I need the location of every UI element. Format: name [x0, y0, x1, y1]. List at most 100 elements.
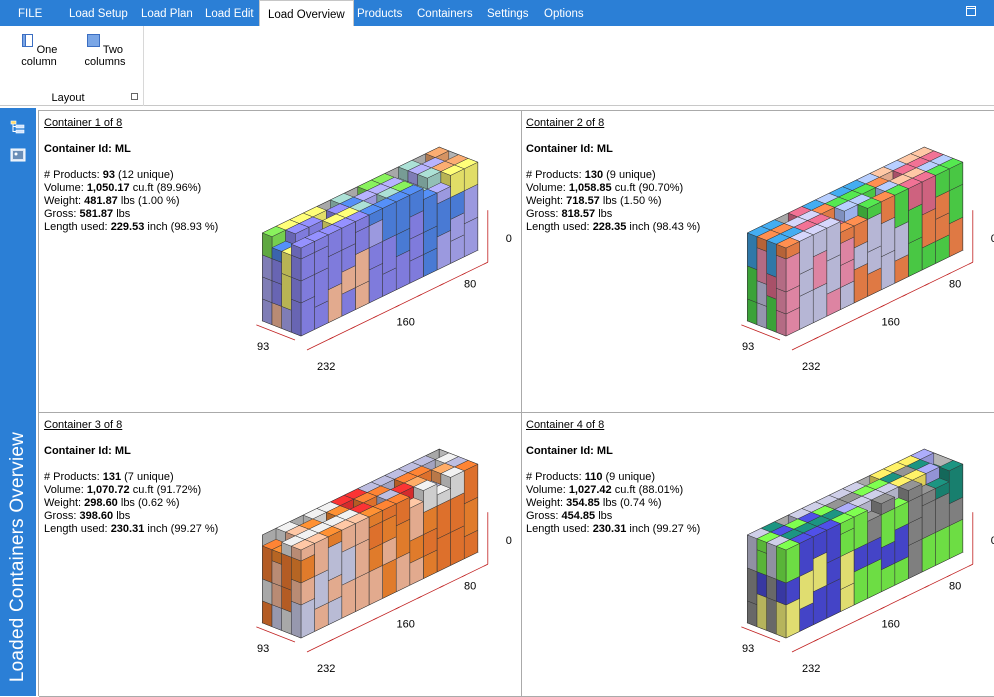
tab-products[interactable]: Products	[349, 0, 410, 26]
axis-tick	[328, 638, 334, 642]
load-box-side	[756, 571, 767, 598]
container-3d-view[interactable]: 93232160800	[521, 413, 994, 697]
load-box-side	[766, 273, 777, 300]
file-menu[interactable]: FILE	[10, 0, 50, 26]
one-column-button[interactable]: One column	[10, 34, 68, 68]
axis-label-zero: 0	[506, 535, 512, 547]
load-box-face	[921, 499, 936, 540]
load-box-face	[921, 532, 936, 573]
axis-label-length: 232	[802, 663, 820, 675]
tab-load-edit[interactable]: Load Edit	[197, 0, 262, 26]
load-box-side	[271, 582, 282, 609]
axis-tick	[395, 304, 400, 308]
load-box-face	[908, 203, 923, 244]
load-box-side	[291, 600, 302, 639]
load-box-face	[314, 569, 329, 610]
axis-label-height: 80	[464, 581, 476, 593]
container-3d-view[interactable]: 93232160800	[521, 111, 994, 413]
load-box-face	[948, 518, 964, 560]
load-box-face	[867, 212, 882, 253]
load-box-face	[935, 525, 950, 566]
container-panel[interactable]: Container 2 of 8 Container Id: ML # Prod…	[521, 111, 994, 413]
side-panel-title: Loaded Containers Overview	[2, 422, 34, 692]
load-box-face	[450, 525, 465, 566]
dialog-launcher-icon[interactable]	[131, 93, 138, 100]
containers-grid: Container 1 of 8 Container Id: ML # Prod…	[38, 110, 994, 697]
tree-view-icon[interactable]	[10, 120, 26, 134]
image-view-icon[interactable]	[10, 148, 26, 162]
axis-tick	[858, 315, 863, 319]
axis-label-length: 232	[317, 663, 335, 675]
load-box-face	[853, 565, 868, 606]
load-box-side	[271, 560, 282, 587]
load-box-side	[291, 298, 302, 337]
load-box-side	[747, 567, 758, 606]
load-box-face	[463, 183, 479, 225]
load-box-face	[799, 536, 814, 577]
load-box-side	[281, 273, 292, 311]
tab-containers[interactable]: Containers	[409, 0, 481, 26]
load-box-face	[395, 518, 411, 560]
load-box-side	[271, 302, 282, 329]
load-box-side	[766, 295, 777, 333]
axis-label-zero: 0	[506, 233, 512, 245]
axis-tick	[328, 336, 334, 340]
axis-label-height: 80	[949, 279, 961, 291]
load-box-face	[314, 267, 329, 308]
load-box-face	[826, 254, 841, 295]
load-box-side	[776, 309, 787, 337]
container-panel[interactable]: Container 3 of 8 Container Id: ML # Prod…	[39, 413, 522, 697]
load-box-side	[766, 575, 777, 602]
side-panel-title-text: Loaded Containers Overview	[7, 431, 28, 683]
load-box-face	[409, 501, 424, 542]
axis-label-mid: 160	[397, 316, 415, 328]
load-box-side	[756, 247, 767, 285]
container-panel[interactable]: Container 1 of 8 Container Id: ML # Prod…	[39, 111, 522, 413]
axis-tick	[351, 326, 356, 329]
load-box-face	[436, 197, 451, 238]
load-box-face	[785, 543, 800, 584]
load-box-side	[281, 586, 292, 613]
axis-tick	[858, 617, 863, 621]
load-box-side	[766, 240, 777, 278]
load-box-face	[423, 192, 438, 233]
two-columns-button[interactable]: Two columns	[72, 34, 138, 68]
axis-tick	[946, 272, 951, 276]
load-box-face	[300, 296, 315, 337]
container-3d-view[interactable]: 93232160800	[39, 111, 522, 413]
load-box-face	[314, 536, 329, 577]
load-box-face	[908, 538, 923, 579]
load-box-side	[271, 604, 282, 631]
tab-options[interactable]: Options	[536, 0, 592, 26]
container-3d-view[interactable]: 93232160800	[39, 413, 522, 697]
axis-tick	[836, 326, 841, 329]
load-box-face	[300, 598, 315, 639]
load-box-side	[262, 298, 273, 326]
tab-settings[interactable]: Settings	[479, 0, 537, 26]
load-box-face	[463, 216, 479, 258]
load-box-face	[948, 216, 964, 258]
load-box-face	[368, 263, 383, 304]
container-panel[interactable]: Container 4 of 8 Container Id: ML # Prod…	[521, 413, 994, 697]
axis-tick	[791, 649, 797, 653]
load-box-side	[747, 298, 758, 326]
axis-tick	[395, 606, 400, 610]
tab-load-overview[interactable]: Load Overview	[259, 0, 354, 27]
side-panel: Loaded Containers Overview	[0, 108, 36, 696]
axis-tick	[924, 283, 929, 287]
axis-tick	[968, 563, 973, 567]
load-box-side	[291, 556, 302, 584]
axis-label-mid: 160	[882, 618, 900, 630]
load-box-face	[368, 565, 383, 606]
tab-load-plan[interactable]: Load Plan	[133, 0, 201, 26]
load-box-face	[894, 523, 909, 564]
load-box-face	[463, 463, 479, 505]
tab-load-setup[interactable]: Load Setup	[61, 0, 136, 26]
axis-tick	[439, 585, 444, 589]
load-box-side	[756, 593, 767, 631]
load-box-side	[281, 251, 292, 278]
load-box-face	[826, 578, 841, 619]
axis-label-width: 93	[257, 643, 269, 655]
ribbon-restore-icon[interactable]	[966, 6, 976, 16]
axis-tick	[836, 628, 841, 631]
